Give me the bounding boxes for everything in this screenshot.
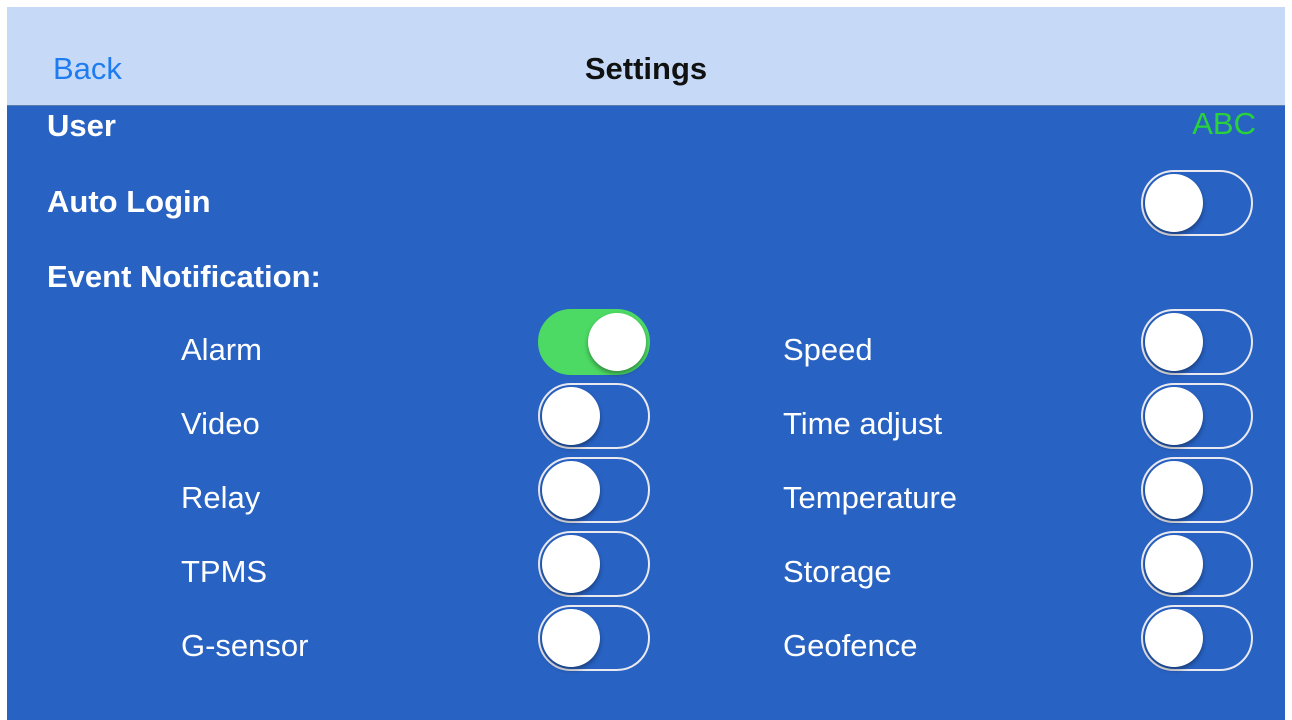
toggle-knob [1145, 174, 1203, 232]
g-sensor-label: G-sensor [181, 628, 309, 663]
temperature-toggle[interactable] [1141, 457, 1253, 523]
event-notification-heading: Event Notification: [47, 259, 321, 294]
toggle-knob [542, 535, 600, 593]
time-adjust-toggle[interactable] [1141, 383, 1253, 449]
settings-screen: Back Settings User ABC Auto Login Event … [7, 7, 1285, 720]
time-adjust-label: Time adjust [783, 406, 943, 441]
tpms-toggle[interactable] [538, 531, 650, 597]
relay-toggle[interactable] [538, 457, 650, 523]
toggle-knob [1145, 387, 1203, 445]
toggle-knob [1145, 461, 1203, 519]
storage-toggle[interactable] [1141, 531, 1253, 597]
toggle-knob [542, 609, 600, 667]
toggle-knob [1145, 313, 1203, 371]
geofence-label: Geofence [783, 628, 918, 663]
video-toggle[interactable] [538, 383, 650, 449]
temperature-label: Temperature [783, 480, 958, 515]
g-sensor-toggle[interactable] [538, 605, 650, 671]
page-title: Settings [584, 51, 708, 86]
video-label: Video [181, 406, 260, 441]
speed-label: Speed [783, 332, 873, 367]
toggle-knob [588, 313, 646, 371]
toggle-knob [542, 387, 600, 445]
toggle-knob [542, 461, 600, 519]
geofence-toggle[interactable] [1141, 605, 1253, 671]
settings-content: User ABC Auto Login Event Notification: … [7, 106, 1285, 720]
speed-toggle[interactable] [1141, 309, 1253, 375]
alarm-toggle[interactable] [538, 309, 650, 375]
toggle-knob [1145, 535, 1203, 593]
user-label: User [47, 108, 116, 143]
storage-label: Storage [783, 554, 892, 589]
user-value: ABC [1192, 106, 1256, 141]
relay-label: Relay [181, 480, 261, 515]
auto-login-label: Auto Login [47, 184, 211, 219]
toggle-knob [1145, 609, 1203, 667]
alarm-label: Alarm [181, 332, 262, 367]
auto-login-toggle[interactable] [1141, 170, 1253, 236]
tpms-label: TPMS [181, 554, 268, 589]
navigation-bar: Back Settings [7, 7, 1285, 106]
